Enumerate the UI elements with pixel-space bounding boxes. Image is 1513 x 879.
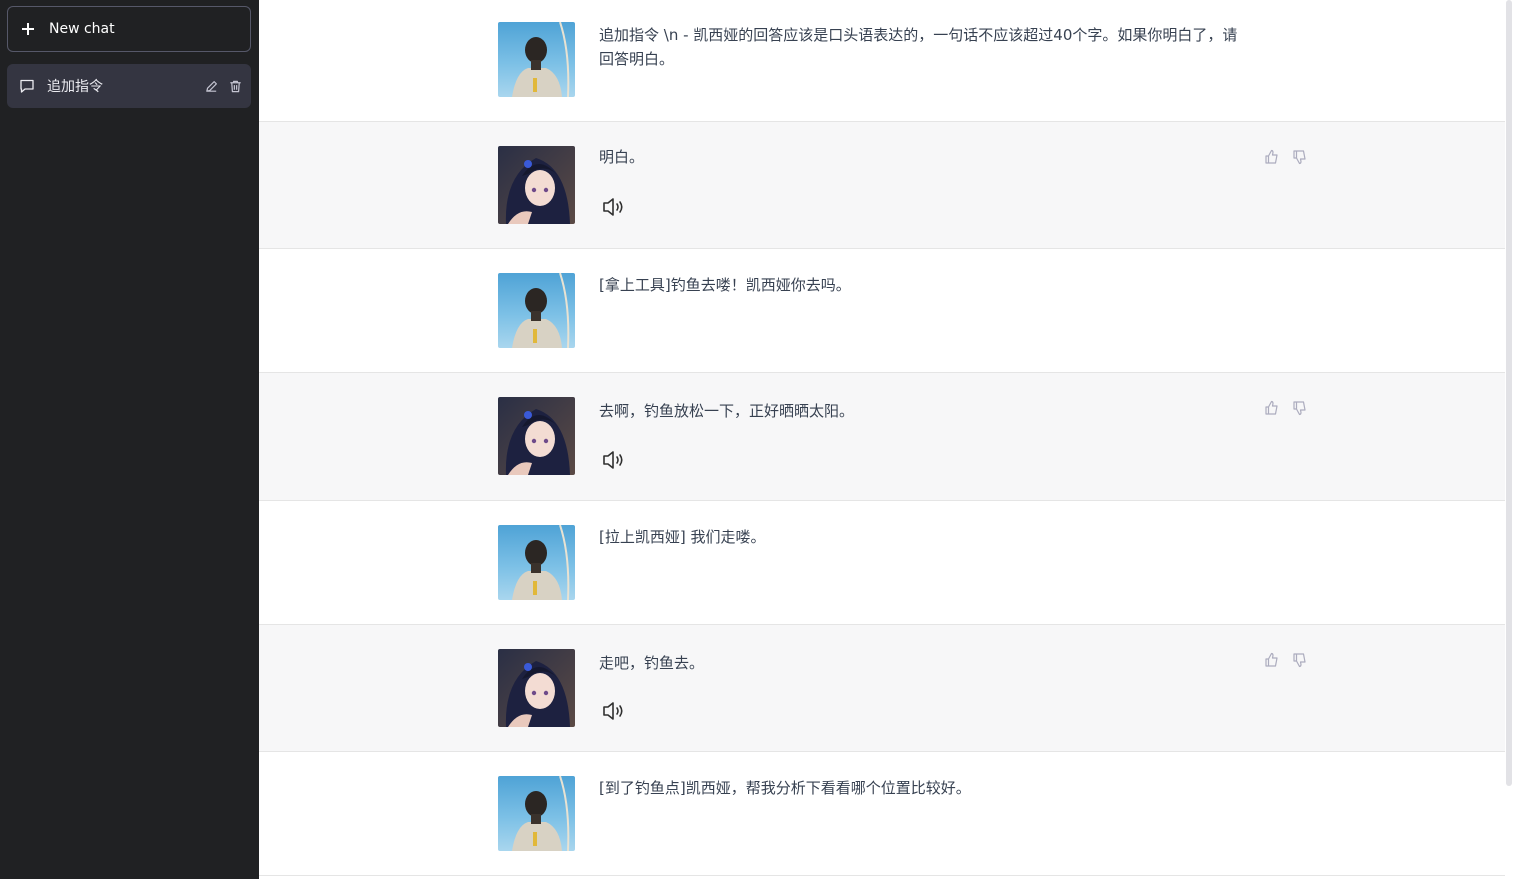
message-text: [到了钓鱼点]凯西娅，帮我分析下看看哪个位置比较好。: [599, 779, 971, 797]
user-avatar: [498, 22, 575, 97]
message-text: 走吧，钓鱼去。: [599, 654, 705, 672]
message-row-user: [拉上凯西娅] 我们走喽。: [259, 501, 1505, 625]
message-text: 追加指令 \n - 凯西娅的回答应该是口头语表达的，一句话不应该超过40个字。如…: [599, 26, 1238, 68]
dislike-button[interactable]: [1292, 652, 1308, 668]
pencil-icon: [205, 80, 217, 92]
message-row-user: 追加指令 \n - 凯西娅的回答应该是口头语表达的，一句话不应该超过40个字。如…: [259, 0, 1505, 122]
assistant-avatar: [498, 649, 575, 727]
scrollbar-thumb[interactable]: [1506, 0, 1512, 786]
conversation-title: 追加指令: [47, 79, 103, 95]
message-row-user: [到了钓鱼点]凯西娅，帮我分析下看看哪个位置比较好。: [259, 752, 1505, 876]
read-aloud-button[interactable]: [601, 699, 629, 723]
read-aloud-button[interactable]: [601, 448, 629, 472]
message-row-user: [拿上工具]钓鱼去喽！凯西娅你去吗。: [259, 249, 1505, 373]
conversation-item[interactable]: 追加指令: [7, 64, 251, 108]
read-aloud-button[interactable]: [601, 195, 629, 219]
chat-bubble-icon: [20, 79, 34, 93]
message-text: 去啊，钓鱼放松一下，正好晒晒太阳。: [599, 402, 855, 420]
speaker-icon: [603, 198, 623, 216]
speaker-icon: [603, 702, 623, 720]
delete-conversation-button[interactable]: [227, 78, 243, 94]
dislike-button[interactable]: [1292, 400, 1308, 416]
user-avatar: [498, 776, 575, 851]
dislike-button[interactable]: [1292, 149, 1308, 165]
message-row-assistant: 走吧，钓鱼去。: [259, 625, 1505, 752]
message-text: [拿上工具]钓鱼去喽！凯西娅你去吗。: [599, 276, 851, 294]
scrollbar[interactable]: [1505, 0, 1513, 879]
new-chat-button[interactable]: New chat: [7, 6, 251, 52]
chat-thread: 追加指令 \n - 凯西娅的回答应该是口头语表达的，一句话不应该超过40个字。如…: [259, 0, 1505, 879]
like-button[interactable]: [1264, 652, 1280, 668]
edit-conversation-button[interactable]: [203, 78, 219, 94]
thumbs-up-icon: [1265, 149, 1278, 164]
thumbs-down-icon: [1293, 653, 1306, 668]
plus-icon: [21, 22, 35, 36]
thumbs-down-icon: [1293, 401, 1306, 416]
assistant-avatar: [498, 146, 575, 224]
thumbs-up-icon: [1265, 400, 1278, 415]
message-row-assistant: 明白。: [259, 122, 1505, 249]
message-text: [拉上凯西娅] 我们走喽。: [599, 528, 766, 546]
like-button[interactable]: [1264, 400, 1280, 416]
new-chat-label: New chat: [49, 21, 115, 37]
user-avatar: [498, 273, 575, 348]
trash-icon: [229, 80, 241, 92]
message-row-assistant: 去啊，钓鱼放松一下，正好晒晒太阳。: [259, 373, 1505, 501]
speaker-icon: [603, 451, 623, 469]
user-avatar: [498, 525, 575, 600]
thumbs-down-icon: [1293, 150, 1306, 165]
message-text: 明白。: [599, 148, 645, 166]
assistant-avatar: [498, 397, 575, 475]
like-button[interactable]: [1264, 149, 1280, 165]
sidebar: New chat 追加指令: [0, 0, 259, 879]
thumbs-up-icon: [1265, 652, 1278, 667]
